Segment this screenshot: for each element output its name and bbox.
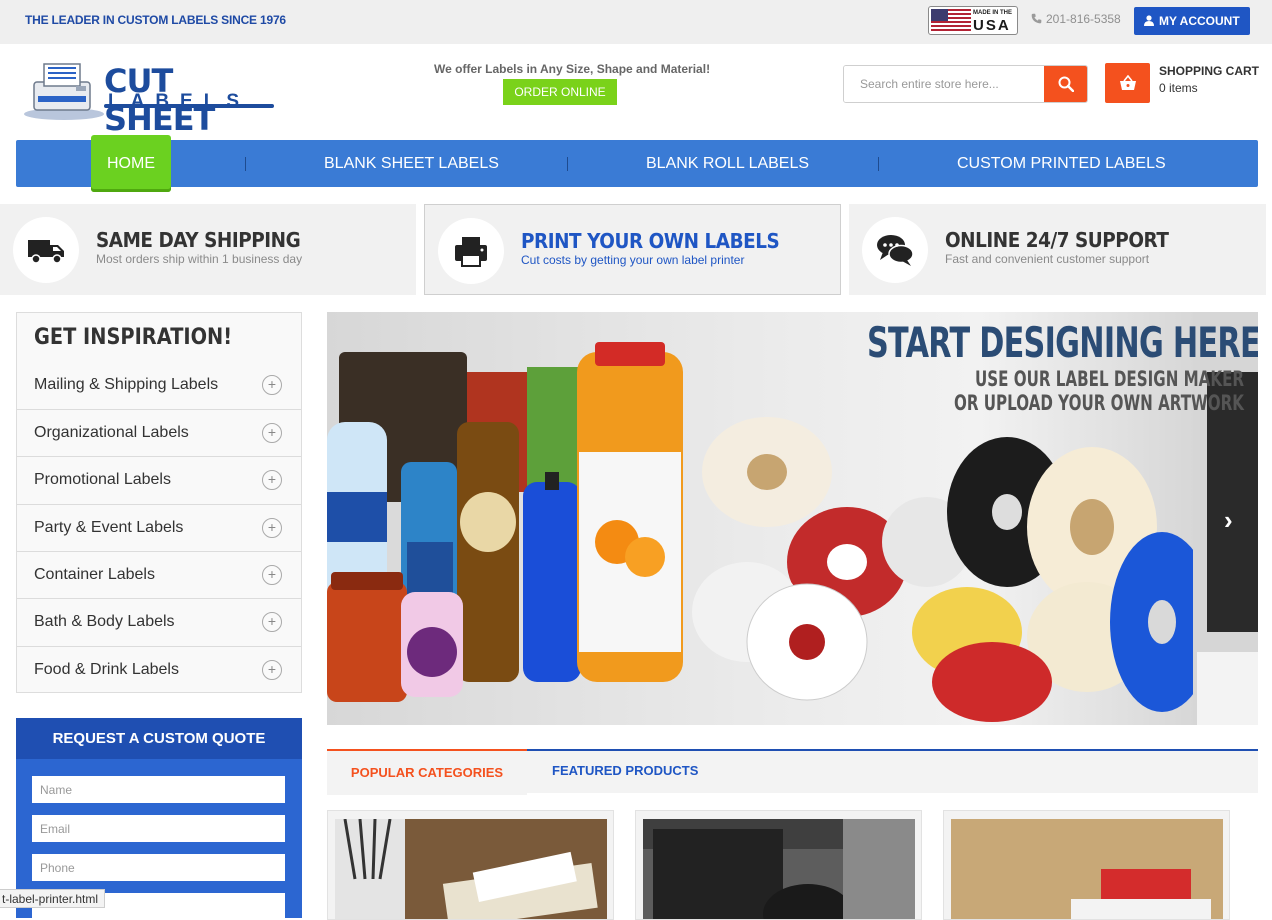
- inspiration-title: GET INSPIRATION!: [34, 325, 233, 350]
- expand-plus-icon[interactable]: +: [262, 660, 282, 680]
- chat-icon: [877, 235, 914, 266]
- order-online-button[interactable]: ORDER ONLINE: [503, 79, 617, 105]
- cart-count[interactable]: 0 items: [1159, 81, 1198, 95]
- feature-title: SAME DAY SHIPPING: [96, 228, 301, 252]
- tab-popular-categories[interactable]: POPULAR CATEGORIES: [327, 749, 527, 795]
- sidebar-item-party-event[interactable]: Party & Event Labels +: [17, 504, 301, 551]
- offer-text: We offer Labels in Any Size, Shape and M…: [434, 62, 711, 76]
- my-account-button[interactable]: MY ACCOUNT: [1134, 7, 1250, 35]
- search-button[interactable]: [1044, 66, 1087, 102]
- truck-icon: [28, 240, 64, 264]
- nav-item-home[interactable]: HOME: [91, 135, 171, 192]
- quote-name-field[interactable]: [32, 776, 285, 803]
- nav-separator: [567, 157, 568, 171]
- made-in-usa-badge: MADE IN THE USA: [928, 6, 1018, 35]
- carousel-next-icon[interactable]: ›: [1224, 505, 1254, 535]
- logo-swoosh: [104, 104, 274, 108]
- sidebar-item-promotional[interactable]: Promotional Labels +: [17, 456, 301, 503]
- tagline: THE LEADER IN CUSTOM LABELS SINCE 1976: [25, 13, 286, 27]
- sidebar-item-label: Food & Drink Labels: [34, 661, 179, 678]
- quote-title: REQUEST A CUSTOM QUOTE: [16, 718, 302, 759]
- feature-subtitle: Fast and convenient customer support: [945, 252, 1150, 266]
- phone-icon: [1031, 13, 1042, 24]
- nav-item-blank-sheet-labels[interactable]: BLANK SHEET LABELS: [324, 140, 499, 187]
- logo-line-2: LABELS: [108, 91, 250, 112]
- browser-status-bar: t-label-printer.html: [0, 889, 106, 908]
- sidebar-item-label: Mailing & Shipping Labels: [34, 376, 219, 393]
- printer-icon: [455, 237, 487, 267]
- shopping-cart-button[interactable]: [1105, 63, 1150, 103]
- feature-title: PRINT YOUR OWN LABELS: [521, 229, 780, 253]
- expand-plus-icon[interactable]: +: [262, 470, 282, 490]
- category-image: [335, 819, 607, 919]
- basket-icon: [1120, 75, 1136, 90]
- my-account-label: MY ACCOUNT: [1159, 14, 1240, 28]
- category-card[interactable]: [943, 810, 1230, 920]
- user-icon: [1144, 15, 1154, 26]
- badge-country-text: USA: [973, 17, 1011, 34]
- printer-logo-icon: [24, 63, 104, 120]
- badge-made-text: MADE IN THE: [973, 10, 1012, 16]
- feature-icon-circle: [13, 217, 79, 283]
- sidebar-item-food-drink[interactable]: Food & Drink Labels +: [17, 646, 301, 693]
- nav-item-blank-roll-labels[interactable]: BLANK ROLL LABELS: [646, 140, 809, 187]
- sidebar-item-label: Promotional Labels: [34, 471, 171, 488]
- inspiration-menu: GET INSPIRATION! Mailing & Shipping Labe…: [16, 312, 302, 693]
- sidebar-item-label: Bath & Body Labels: [34, 613, 175, 630]
- site-logo[interactable]: CUT SHEET LABELS: [24, 56, 274, 138]
- feature-icon-circle: [862, 217, 928, 283]
- category-image: [951, 819, 1223, 919]
- sidebar-item-organizational[interactable]: Organizational Labels +: [17, 409, 301, 456]
- banner-line-2: OR UPLOAD YOUR OWN ARTWORK: [954, 391, 1244, 415]
- search-bar: [843, 65, 1088, 103]
- feature-print-your-own-labels[interactable]: PRINT YOUR OWN LABELS Cut costs by getti…: [424, 204, 841, 295]
- sidebar-item-label: Party & Event Labels: [34, 519, 184, 536]
- nav-item-custom-printed-labels[interactable]: CUSTOM PRINTED LABELS: [957, 140, 1166, 187]
- feature-subtitle: Cut costs by getting your own label prin…: [521, 253, 745, 267]
- sidebar-item-container[interactable]: Container Labels +: [17, 551, 301, 598]
- feature-icon-circle: [438, 218, 504, 284]
- cart-title[interactable]: SHOPPING CART: [1159, 64, 1259, 78]
- feature-title: ONLINE 24/7 SUPPORT: [945, 228, 1169, 252]
- custom-quote-form: REQUEST A CUSTOM QUOTE: [16, 718, 302, 920]
- sidebar-item-label: Organizational Labels: [34, 424, 189, 441]
- product-tabs: POPULAR CATEGORIES FEATURED PRODUCTS: [327, 749, 1258, 795]
- nav-separator: [878, 157, 879, 171]
- hero-banner[interactable]: START DESIGNING HERE! USE OUR LABEL DESI…: [327, 312, 1258, 725]
- expand-plus-icon[interactable]: +: [262, 612, 282, 632]
- phone-number[interactable]: 201-816-5358: [1031, 12, 1121, 26]
- feature-online-support[interactable]: ONLINE 24/7 SUPPORT Fast and convenient …: [849, 204, 1266, 295]
- expand-plus-icon[interactable]: +: [262, 565, 282, 585]
- quote-email-field[interactable]: [32, 815, 285, 842]
- phone-text: 201-816-5358: [1046, 12, 1121, 26]
- expand-plus-icon[interactable]: +: [262, 375, 282, 395]
- search-icon: [1058, 76, 1074, 92]
- feature-same-day-shipping[interactable]: SAME DAY SHIPPING Most orders ship withi…: [0, 204, 416, 295]
- us-flag-icon: [931, 9, 971, 32]
- expand-plus-icon[interactable]: +: [262, 423, 282, 443]
- quote-phone-field[interactable]: [32, 854, 285, 881]
- expand-plus-icon[interactable]: +: [262, 518, 282, 538]
- top-bar: THE LEADER IN CUSTOM LABELS SINCE 1976 M…: [0, 0, 1272, 44]
- tab-featured-products[interactable]: FEATURED PRODUCTS: [552, 751, 698, 793]
- category-card[interactable]: [635, 810, 922, 920]
- sidebar-item-mailing-shipping[interactable]: Mailing & Shipping Labels +: [17, 362, 301, 409]
- nav-separator: [245, 157, 246, 171]
- banner-line-1: USE OUR LABEL DESIGN MAKER: [975, 367, 1245, 391]
- banner-title: START DESIGNING HERE!: [867, 318, 1258, 367]
- category-card[interactable]: [327, 810, 614, 920]
- category-image: [643, 819, 915, 919]
- sidebar-item-label: Container Labels: [34, 566, 155, 583]
- feature-subtitle: Most orders ship within 1 business day: [96, 252, 303, 266]
- search-input[interactable]: [844, 66, 1045, 102]
- sidebar-item-bath-body[interactable]: Bath & Body Labels +: [17, 598, 301, 645]
